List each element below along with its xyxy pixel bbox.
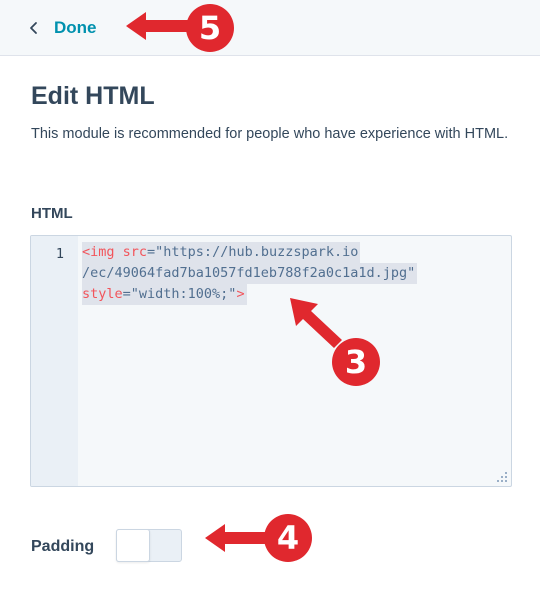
line-number-gutter: 1 — [31, 236, 78, 486]
code-tag-open: <img — [82, 244, 123, 260]
chevron-left-icon — [30, 22, 37, 34]
top-bar: Done — [0, 0, 540, 56]
code-eq-quote: =" — [147, 244, 164, 260]
annotation-arrow-4-icon — [205, 524, 267, 552]
annotation-badge-4: 4 — [264, 514, 312, 562]
page-title: Edit HTML — [31, 82, 155, 110]
code-style-value: width:100%;" — [138, 286, 237, 302]
code-attr-src: src — [122, 244, 148, 260]
done-button[interactable]: Done — [28, 14, 97, 42]
html-field-label: HTML — [31, 205, 73, 222]
module-description: This module is recommended for people wh… — [31, 126, 509, 142]
code-src-value: https://hub.buzzspark.io — [163, 244, 359, 260]
code-attr-style: style — [82, 286, 123, 302]
padding-toggle[interactable] — [116, 529, 182, 562]
resize-grip-icon[interactable] — [496, 471, 508, 483]
code-eq-quote-2: =" — [122, 286, 139, 302]
annotation-arrow-5-icon — [126, 12, 188, 40]
done-label: Done — [54, 18, 97, 37]
code-tag-close: > — [236, 286, 245, 302]
line-number: 1 — [55, 246, 64, 262]
annotation-arrow-3-icon — [290, 298, 342, 348]
toggle-knob — [116, 529, 150, 562]
html-code-editor[interactable]: 1 <img src="https://hub.buzzspark.io /ec… — [30, 235, 512, 487]
code-line-1: <img src="https://hub.buzzspark.io — [82, 242, 511, 263]
padding-label: Padding — [31, 538, 95, 555]
annotation-badge-3: 3 — [332, 338, 380, 386]
code-src-value-cont: /ec/49064fad7ba1057fd1eb788f2a0c1a1d.jpg… — [82, 265, 416, 281]
annotation-badge-5: 5 — [186, 4, 234, 52]
code-line-2: /ec/49064fad7ba1057fd1eb788f2a0c1a1d.jpg… — [82, 263, 511, 284]
